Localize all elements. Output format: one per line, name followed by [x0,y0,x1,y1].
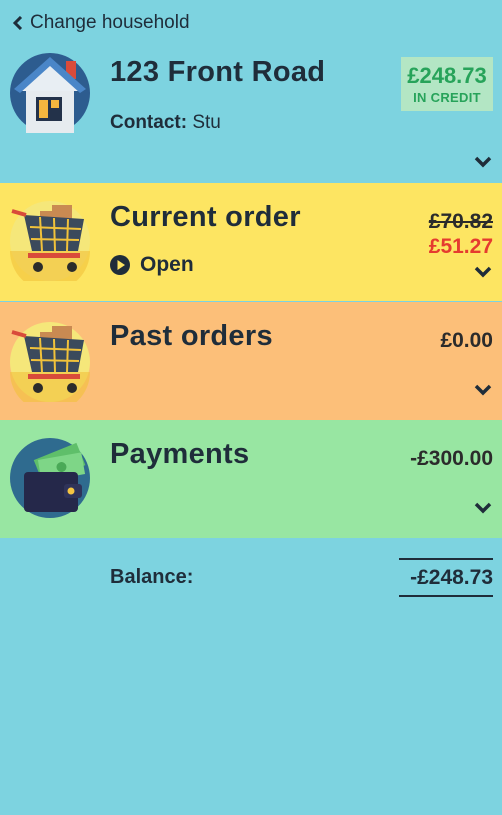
chevron-down-icon[interactable] [474,156,492,168]
change-household-label: Change household [30,12,190,33]
contact-label: Contact: [110,112,188,133]
current-order-section[interactable]: Current order Open £70.82 £51.27 [0,183,502,301]
house-icon [10,53,90,133]
chevron-down-icon[interactable] [474,266,492,278]
household-contact: Contact: Stu [110,112,221,134]
payments-title: Payments [110,438,250,470]
credit-amount: £248.73 [407,63,487,88]
discounted-price: £51.27 [428,235,493,258]
original-price: £70.82 [428,210,493,233]
wallet-icon [10,438,90,518]
balance-label: Balance: [110,566,194,588]
past-orders-title: Past orders [110,320,273,352]
chevron-left-icon [12,16,23,30]
credit-label: IN CREDIT [413,90,481,105]
balance-amount: -£248.73 [399,558,493,597]
contact-name: Stu [192,112,221,133]
credit-badge: £248.73 IN CREDIT [401,57,493,111]
play-circle-icon [110,255,130,275]
chevron-down-icon[interactable] [474,502,492,514]
change-household-link[interactable]: Change household [12,10,190,36]
payments-section[interactable]: Payments -£300.00 [0,420,502,538]
shopping-cart-icon [10,201,90,281]
order-status: Open [110,253,194,277]
order-status-label: Open [140,253,194,276]
past-orders-amount: £0.00 [440,329,493,352]
current-order-title: Current order [110,201,301,233]
household-address: 123 Front Road [110,56,326,88]
shopping-cart-icon [10,322,90,402]
chevron-down-icon[interactable] [474,384,492,396]
past-orders-section[interactable]: Past orders £0.00 [0,302,502,420]
payments-amount: -£300.00 [410,447,493,470]
